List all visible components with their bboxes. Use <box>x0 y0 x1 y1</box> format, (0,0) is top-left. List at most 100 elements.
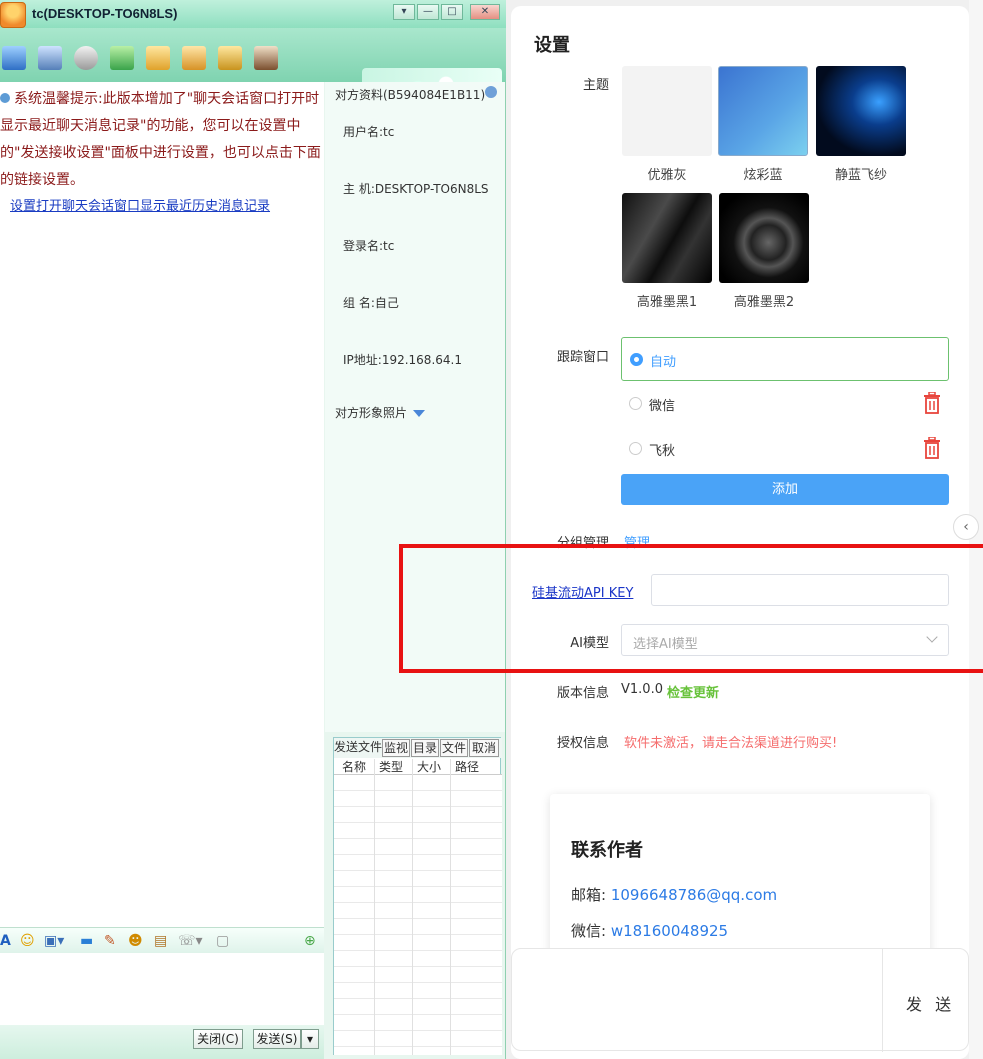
tracking-option-feiqiu[interactable]: 飞秋 <box>621 427 949 471</box>
microphone-icon[interactable] <box>74 46 98 70</box>
theme-option-gray[interactable]: 优雅灰 <box>622 66 712 183</box>
delete-trash-icon[interactable] <box>923 437 941 459</box>
col-size[interactable]: 大小 <box>417 759 441 775</box>
contact-email-row: 邮箱: 1096648786@qq.com <box>571 884 777 905</box>
theme-name: 静蓝飞纱 <box>834 168 887 183</box>
peer-login: 登录名:tc <box>343 239 395 253</box>
image-icon[interactable]: ▬ <box>80 932 93 950</box>
send-options-dropdown[interactable]: ▾ <box>301 1029 319 1049</box>
tracking-label: 跟踪窗口 <box>556 350 609 365</box>
chat-window-title: tc(DESKTOP-TO6N8LS) <box>32 6 178 21</box>
check-update-link[interactable]: 检查更新 <box>667 682 719 701</box>
font-icon[interactable]: A <box>0 932 11 950</box>
file-tab-file[interactable]: 文件 <box>440 739 468 757</box>
highlight-frame <box>399 544 983 673</box>
screen-share-icon[interactable] <box>38 46 62 70</box>
tracking-option-auto[interactable]: 自动 <box>621 337 949 381</box>
theme-swatch <box>718 66 808 156</box>
theme-name: 炫彩蓝 <box>743 168 783 183</box>
collapse-chevron-icon[interactable]: ‹ <box>953 514 979 540</box>
theme-option-black1[interactable]: 高雅墨黑1 <box>622 193 712 310</box>
expand-arrow-icon[interactable] <box>485 86 497 98</box>
col-name[interactable]: 名称 <box>342 759 366 775</box>
theme-name: 优雅灰 <box>647 168 687 183</box>
col-divider <box>412 759 413 1055</box>
input-toolbar: A ☺ ▣▾ ▬ ✎ ☻ ▤ ☏▾ ▢ ⊕ <box>0 927 324 953</box>
license-label: 授权信息 <box>556 736 609 751</box>
theme-swatch <box>719 193 809 283</box>
close-icon[interactable]: ✕ <box>470 4 500 20</box>
clipboard-icon[interactable]: ▤ <box>154 932 167 950</box>
send-arrow-icon[interactable] <box>110 46 134 70</box>
file-tab-send[interactable]: 发送文件 <box>334 739 382 757</box>
close-button[interactable]: 关闭(C) <box>193 1029 243 1049</box>
settings-title: 设置 <box>534 35 570 56</box>
peer-photo-toggle[interactable]: 对方形象照片 <box>335 404 426 421</box>
theme-swatch <box>622 66 712 156</box>
send-divider <box>882 949 883 1052</box>
system-message: 系统温馨提示:此版本增加了"聊天会话窗口打开时显示最近聊天消息记录"的功能，您可… <box>0 86 322 194</box>
tracking-option-label: 飞秋 <box>649 444 676 459</box>
file-tab-monitor[interactable]: 监视 <box>382 739 410 757</box>
version-value: V1.0.0 <box>621 682 663 697</box>
file-tabs: 发送文件 监视 目录 文件 取消 <box>334 738 502 758</box>
peer-info-header: 对方资料(B594084E1B11) <box>335 88 486 102</box>
send-prompt-button[interactable]: 发 送 <box>906 991 955 1015</box>
send-box: 发 送 <box>511 948 969 1052</box>
add-button[interactable]: 添加 <box>621 474 949 505</box>
theme-option-blue[interactable]: 炫彩蓝 <box>718 66 808 183</box>
message-area[interactable]: 系统温馨提示:此版本增加了"聊天会话窗口打开时显示最近聊天消息记录"的功能，您可… <box>0 82 324 927</box>
remote-desktop-icon[interactable] <box>2 46 26 70</box>
edit-icon[interactable]: ✎ <box>104 932 116 950</box>
menu-dropdown-icon[interactable]: ▾ <box>393 4 415 20</box>
contact-wechat[interactable]: w18160048925 <box>611 922 728 940</box>
wechat-label: 微信: <box>571 922 611 940</box>
tracking-option-label: 自动 <box>650 355 677 370</box>
theme-swatch <box>622 193 712 283</box>
peer-ip: IP地址:192.168.64.1 <box>343 353 462 367</box>
screenshot-icon[interactable]: ▣▾ <box>44 932 64 950</box>
delete-trash-icon[interactable] <box>923 392 941 414</box>
theme-swatch <box>816 66 906 156</box>
home-icon[interactable] <box>254 46 278 70</box>
theme-name: 高雅墨黑2 <box>733 295 795 310</box>
transfer-folder-icon[interactable] <box>146 46 170 70</box>
star-contact-icon[interactable] <box>218 46 242 70</box>
file-list[interactable] <box>334 775 502 1055</box>
contact-email[interactable]: 1096648786@qq.com <box>611 886 777 904</box>
license-status: 软件未激活，请走合法渠道进行购买! <box>624 736 838 751</box>
radio-checked-icon <box>630 353 643 366</box>
info-icon <box>0 93 10 103</box>
peer-username: 用户名:tc <box>343 125 395 139</box>
col-type[interactable]: 类型 <box>379 759 403 775</box>
col-path[interactable]: 路径 <box>455 759 479 775</box>
prompt-input[interactable] <box>512 949 882 1052</box>
maximize-icon[interactable]: □ <box>441 4 463 20</box>
file-tab-directory[interactable]: 目录 <box>411 739 439 757</box>
voice-icon[interactable]: ☏▾ <box>178 932 203 950</box>
contact-wechat-row: 微信: w18160048925 <box>571 920 728 941</box>
radio-unchecked-icon <box>629 442 642 455</box>
file-transfer-panel: 发送文件 监视 目录 文件 取消 名称 类型 大小 路径 <box>333 737 502 1055</box>
message-input[interactable] <box>0 953 324 1025</box>
folder-icon[interactable] <box>182 46 206 70</box>
peer-group: 组 名:自己 <box>343 296 399 310</box>
col-divider <box>374 759 375 1055</box>
tracking-option-wechat[interactable]: 微信 <box>621 382 949 426</box>
emoji-icon[interactable]: ☺ <box>20 932 35 950</box>
shake-icon[interactable]: ☻ <box>128 932 143 950</box>
history-icon[interactable]: ▢ <box>216 932 229 950</box>
minimize-icon[interactable]: — <box>417 4 439 20</box>
theme-option-night[interactable]: 静蓝飞纱 <box>816 66 906 183</box>
history-settings-link[interactable]: 设置打开聊天会话窗口显示最近历史消息记录 <box>10 195 270 214</box>
lock-icon[interactable]: ⊕ <box>304 932 316 950</box>
triangle-down-icon <box>413 410 426 417</box>
peer-host: 主 机:DESKTOP-TO6N8LS <box>343 182 489 196</box>
chat-titlebar[interactable]: tc(DESKTOP-TO6N8LS) ▾ — □ ✕ <box>0 0 506 28</box>
system-message-text: 系统温馨提示:此版本增加了"聊天会话窗口打开时显示最近聊天消息记录"的功能，您可… <box>0 91 321 188</box>
theme-option-black2[interactable]: 高雅墨黑2 <box>719 193 809 310</box>
send-button[interactable]: 发送(S) <box>253 1029 301 1049</box>
theme-name: 高雅墨黑1 <box>636 295 698 310</box>
file-tab-cancel[interactable]: 取消 <box>469 739 499 757</box>
chat-bottom-bar: 关闭(C) 发送(S) ▾ <box>0 1025 324 1059</box>
